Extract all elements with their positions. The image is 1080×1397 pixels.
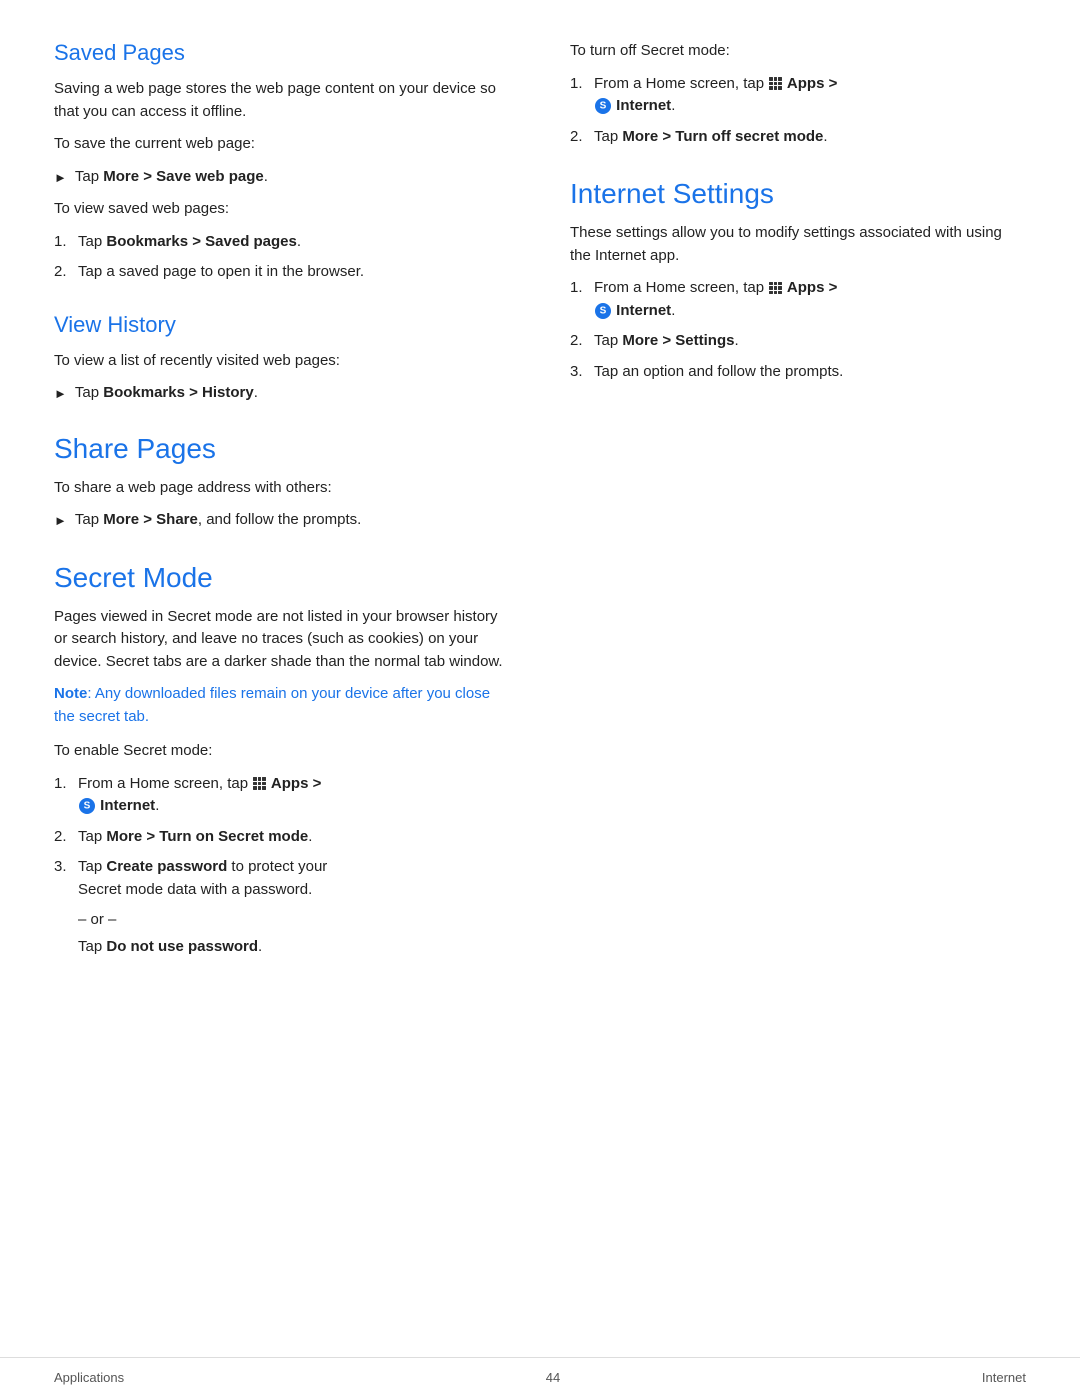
step-text-1: Tap Bookmarks > Saved pages. [78, 231, 510, 254]
settings-num-2: 2. [570, 330, 594, 353]
internet-app-icon-r1 [595, 98, 611, 114]
saved-pages-intro: Saving a web page stores the web page co… [54, 78, 510, 123]
secret-mode-section: Secret Mode Pages viewed in Secret mode … [54, 562, 510, 956]
turn-off-instruction: To turn off Secret mode: [570, 40, 1026, 63]
enable-num-1: 1. [54, 773, 78, 818]
enable-step-3: 3. Tap Create password to protect yourSe… [54, 856, 510, 901]
settings-num-3: 3. [570, 361, 594, 384]
share-step-bullet: ► Tap More > Share, and follow the promp… [54, 509, 510, 532]
internet-app-icon-r2 [595, 303, 611, 319]
history-step-bullet: ► Tap Bookmarks > History. [54, 382, 510, 405]
step-text-2: Tap a saved page to open it in the brows… [78, 261, 510, 284]
apps-grid-icon [253, 777, 266, 790]
step-num-2: 2. [54, 261, 78, 284]
right-column: To turn off Secret mode: 1. From a Home … [550, 40, 1026, 1297]
final-step: Tap Do not use password. [78, 938, 510, 955]
share-pages-instruction: To share a web page address with others: [54, 477, 510, 500]
secret-mode-note: Note: Any downloaded files remain on you… [54, 683, 510, 728]
enable-instruction: To enable Secret mode: [54, 740, 510, 763]
bullet-arrow-icon: ► [54, 168, 67, 188]
view-history-title: View History [54, 312, 510, 338]
view-history-section: View History To view a list of recently … [54, 312, 510, 405]
save-instruction: To save the current web page: [54, 133, 510, 156]
enable-text-1: From a Home screen, tap Apps > Internet. [78, 773, 510, 818]
settings-step-3: 3. Tap an option and follow the prompts. [570, 361, 1026, 384]
internet-settings-intro: These settings allow you to modify setti… [570, 222, 1026, 267]
share-step-text: Tap More > Share, and follow the prompts… [75, 509, 510, 532]
turn-off-num-2: 2. [570, 126, 594, 149]
enable-num-3: 3. [54, 856, 78, 901]
settings-text-2: Tap More > Settings. [594, 330, 1026, 353]
enable-text-3: Tap Create password to protect yourSecre… [78, 856, 510, 901]
enable-step-1: 1. From a Home screen, tap Apps > Intern… [54, 773, 510, 818]
secret-mode-title: Secret Mode [54, 562, 510, 594]
enable-text-2: Tap More > Turn on Secret mode. [78, 826, 510, 849]
bullet-arrow-icon-2: ► [54, 384, 67, 404]
left-column: Saved Pages Saving a web page stores the… [54, 40, 550, 1297]
settings-num-1: 1. [570, 277, 594, 322]
save-step-text: Tap More > Save web page. [75, 166, 510, 189]
or-text: – or – [78, 911, 510, 928]
apps-grid-icon-r1 [769, 77, 782, 90]
view-history-instruction: To view a list of recently visited web p… [54, 350, 510, 373]
turn-off-text-1: From a Home screen, tap Apps > Internet. [594, 73, 1026, 118]
footer-right-label: Internet [982, 1370, 1026, 1385]
share-pages-title: Share Pages [54, 433, 510, 465]
turn-off-step-2: 2. Tap More > Turn off secret mode. [570, 126, 1026, 149]
apps-grid-icon-r2 [769, 282, 782, 295]
share-pages-section: Share Pages To share a web page address … [54, 433, 510, 532]
internet-settings-section: Internet Settings These settings allow y… [570, 178, 1026, 383]
saved-pages-title: Saved Pages [54, 40, 510, 66]
settings-step-2: 2. Tap More > Settings. [570, 330, 1026, 353]
content-area: Saved Pages Saving a web page stores the… [0, 0, 1080, 1357]
view-step-1: 1. Tap Bookmarks > Saved pages. [54, 231, 510, 254]
turn-off-text-2: Tap More > Turn off secret mode. [594, 126, 1026, 149]
internet-settings-title: Internet Settings [570, 178, 1026, 210]
footer-page-number: 44 [546, 1370, 560, 1385]
view-saved-instruction: To view saved web pages: [54, 198, 510, 221]
turn-off-step-1: 1. From a Home screen, tap Apps > Intern… [570, 73, 1026, 118]
bullet-arrow-icon-3: ► [54, 511, 67, 531]
turn-off-num-1: 1. [570, 73, 594, 118]
history-step-text: Tap Bookmarks > History. [75, 382, 510, 405]
secret-mode-intro: Pages viewed in Secret mode are not list… [54, 606, 510, 674]
save-step-bullet: ► Tap More > Save web page. [54, 166, 510, 189]
page: Saved Pages Saving a web page stores the… [0, 0, 1080, 1397]
enable-num-2: 2. [54, 826, 78, 849]
saved-pages-section: Saved Pages Saving a web page stores the… [54, 40, 510, 284]
note-label: Note [54, 685, 87, 702]
page-footer: Applications 44 Internet [0, 1357, 1080, 1397]
turn-off-section: To turn off Secret mode: 1. From a Home … [570, 40, 1026, 148]
step-num-1: 1. [54, 231, 78, 254]
footer-left-label: Applications [54, 1370, 124, 1385]
view-step-2: 2. Tap a saved page to open it in the br… [54, 261, 510, 284]
settings-text-3: Tap an option and follow the prompts. [594, 361, 1026, 384]
settings-step-1: 1. From a Home screen, tap Apps > Intern… [570, 277, 1026, 322]
internet-app-icon [79, 798, 95, 814]
enable-step-2: 2. Tap More > Turn on Secret mode. [54, 826, 510, 849]
settings-text-1: From a Home screen, tap Apps > Internet. [594, 277, 1026, 322]
